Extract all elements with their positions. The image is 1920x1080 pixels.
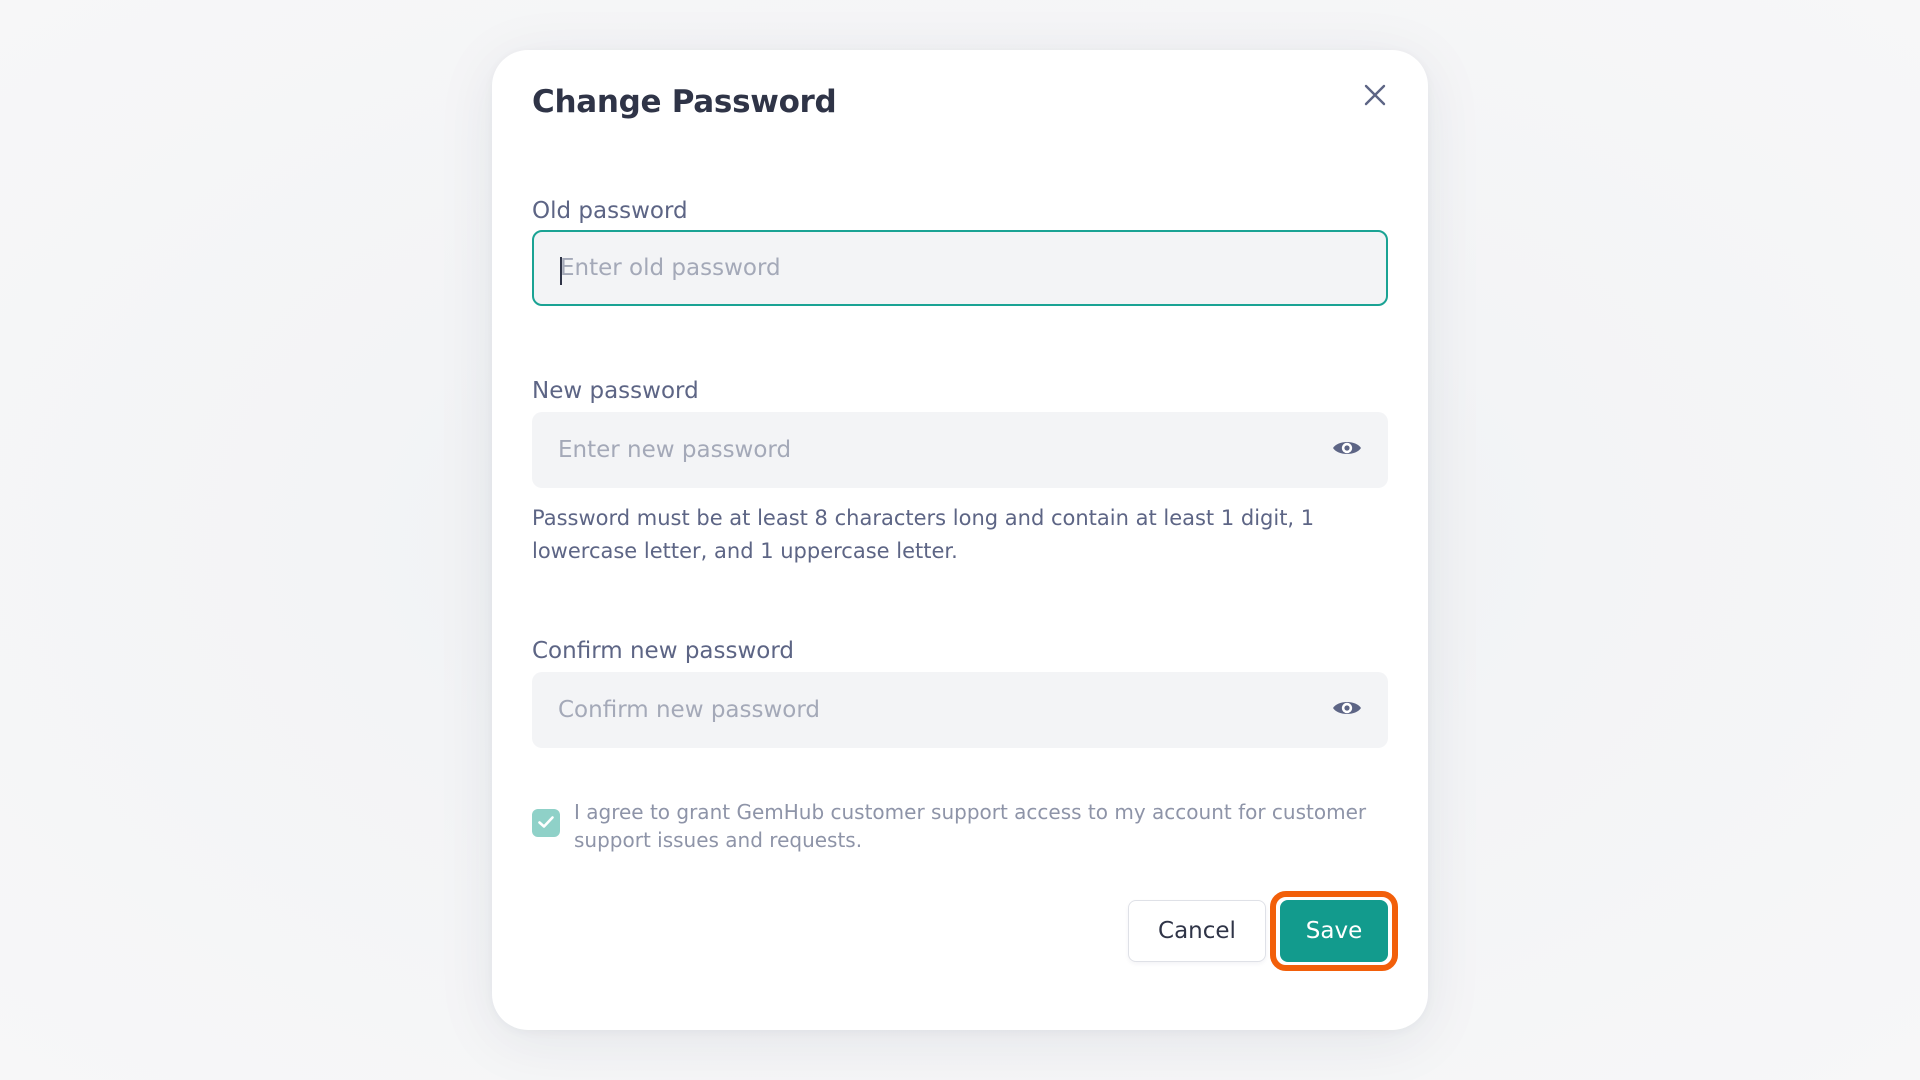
text-cursor (560, 257, 562, 285)
old-password-label: Old password (532, 198, 688, 224)
cancel-button[interactable]: Cancel (1128, 900, 1266, 962)
old-password-field-wrapper (532, 230, 1388, 306)
support-access-consent: I agree to grant GemHub customer support… (532, 798, 1392, 854)
password-requirements-hint: Password must be at least 8 characters l… (532, 506, 1315, 563)
eye-icon (1331, 697, 1363, 723)
close-icon (1362, 82, 1388, 112)
checkmark-icon (537, 814, 555, 833)
new-password-label: New password (532, 378, 699, 404)
change-password-dialog: Change Password Old password New passwor… (492, 50, 1428, 1030)
dialog-title: Change Password (532, 84, 837, 120)
confirm-password-visibility-toggle[interactable] (1330, 696, 1364, 724)
confirm-password-field-wrapper (532, 672, 1388, 748)
close-button[interactable] (1356, 78, 1394, 116)
consent-checkbox[interactable] (532, 809, 560, 837)
new-password-input[interactable] (532, 412, 1388, 488)
eye-icon (1331, 437, 1363, 463)
new-password-visibility-toggle[interactable] (1330, 436, 1364, 464)
consent-label: I agree to grant GemHub customer support… (574, 800, 1367, 852)
confirm-password-input[interactable] (532, 672, 1388, 748)
new-password-field-wrapper (532, 412, 1388, 488)
save-button[interactable]: Save (1280, 900, 1388, 962)
confirm-password-label: Confirm new password (532, 638, 795, 664)
old-password-input[interactable] (534, 232, 1386, 304)
